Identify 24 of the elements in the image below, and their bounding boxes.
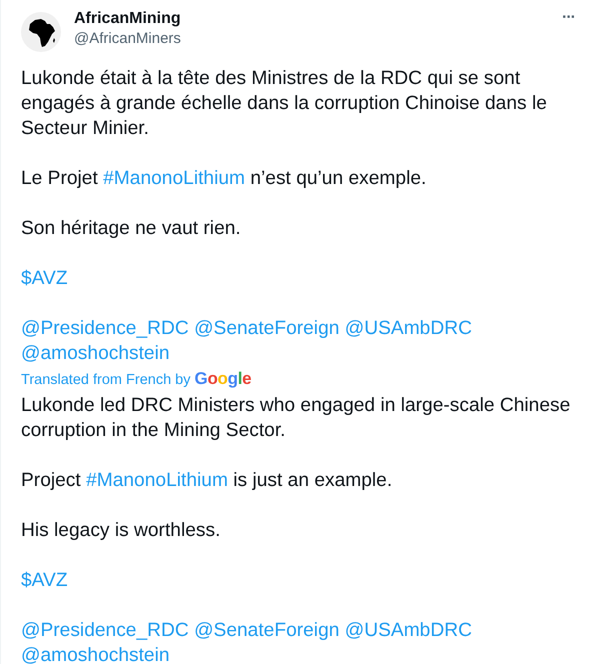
tweet-link[interactable]: @USAmbDRC [344, 620, 472, 641]
tweet-link[interactable]: @SenateForeign [194, 620, 340, 641]
author-handle[interactable]: @AfricanMiners [74, 29, 558, 49]
tweet-link[interactable]: @amoshochstein [21, 645, 170, 664]
tweet-paragraph: Lukonde led DRC Ministers who engaged in large-scale Chinese corruption in the Mining Sector. [21, 394, 572, 443]
google-logo: Google [194, 368, 252, 390]
tweet-link[interactable]: @amoshochstein [21, 343, 170, 364]
author-name[interactable]: AfricanMining [74, 9, 558, 29]
translation-note[interactable]: Translated from French by [21, 367, 190, 393]
tweet-link[interactable]: #ManonoLithium [86, 470, 228, 491]
tweet-paragraph: Lukonde était à la tête des Ministres de la RDC qui se sont engagés à grande échelle dans la corruption Chinoise dans le Secteur Minier. [21, 67, 548, 141]
tweet-link[interactable]: $AVZ [21, 570, 68, 591]
tweet-link[interactable]: @SenateForeign [194, 318, 340, 339]
tweet-link[interactable]: @USAmbDRC [344, 318, 472, 339]
tweet-link[interactable]: $AVZ [21, 268, 68, 289]
tweet-link[interactable]: #ManonoLithium [103, 168, 246, 189]
tweet-paragraph: His legacy is worthless. [21, 519, 222, 543]
tweet-link[interactable]: @Presidence_RDC [21, 318, 189, 339]
tweet-paragraph: Project #ManonoLithium is just an example. [21, 469, 394, 493]
tweet-paragraph: Le Projet #ManonoLithium n’est qu’un exemple. [21, 167, 428, 191]
more-options-button[interactable]: ··· [558, 9, 579, 27]
tweet-paragraph: Son héritage ne vaut rien. [21, 217, 242, 241]
africa-map-avatar-icon[interactable] [21, 12, 61, 52]
tweet-link[interactable]: @Presidence_RDC [21, 620, 189, 641]
